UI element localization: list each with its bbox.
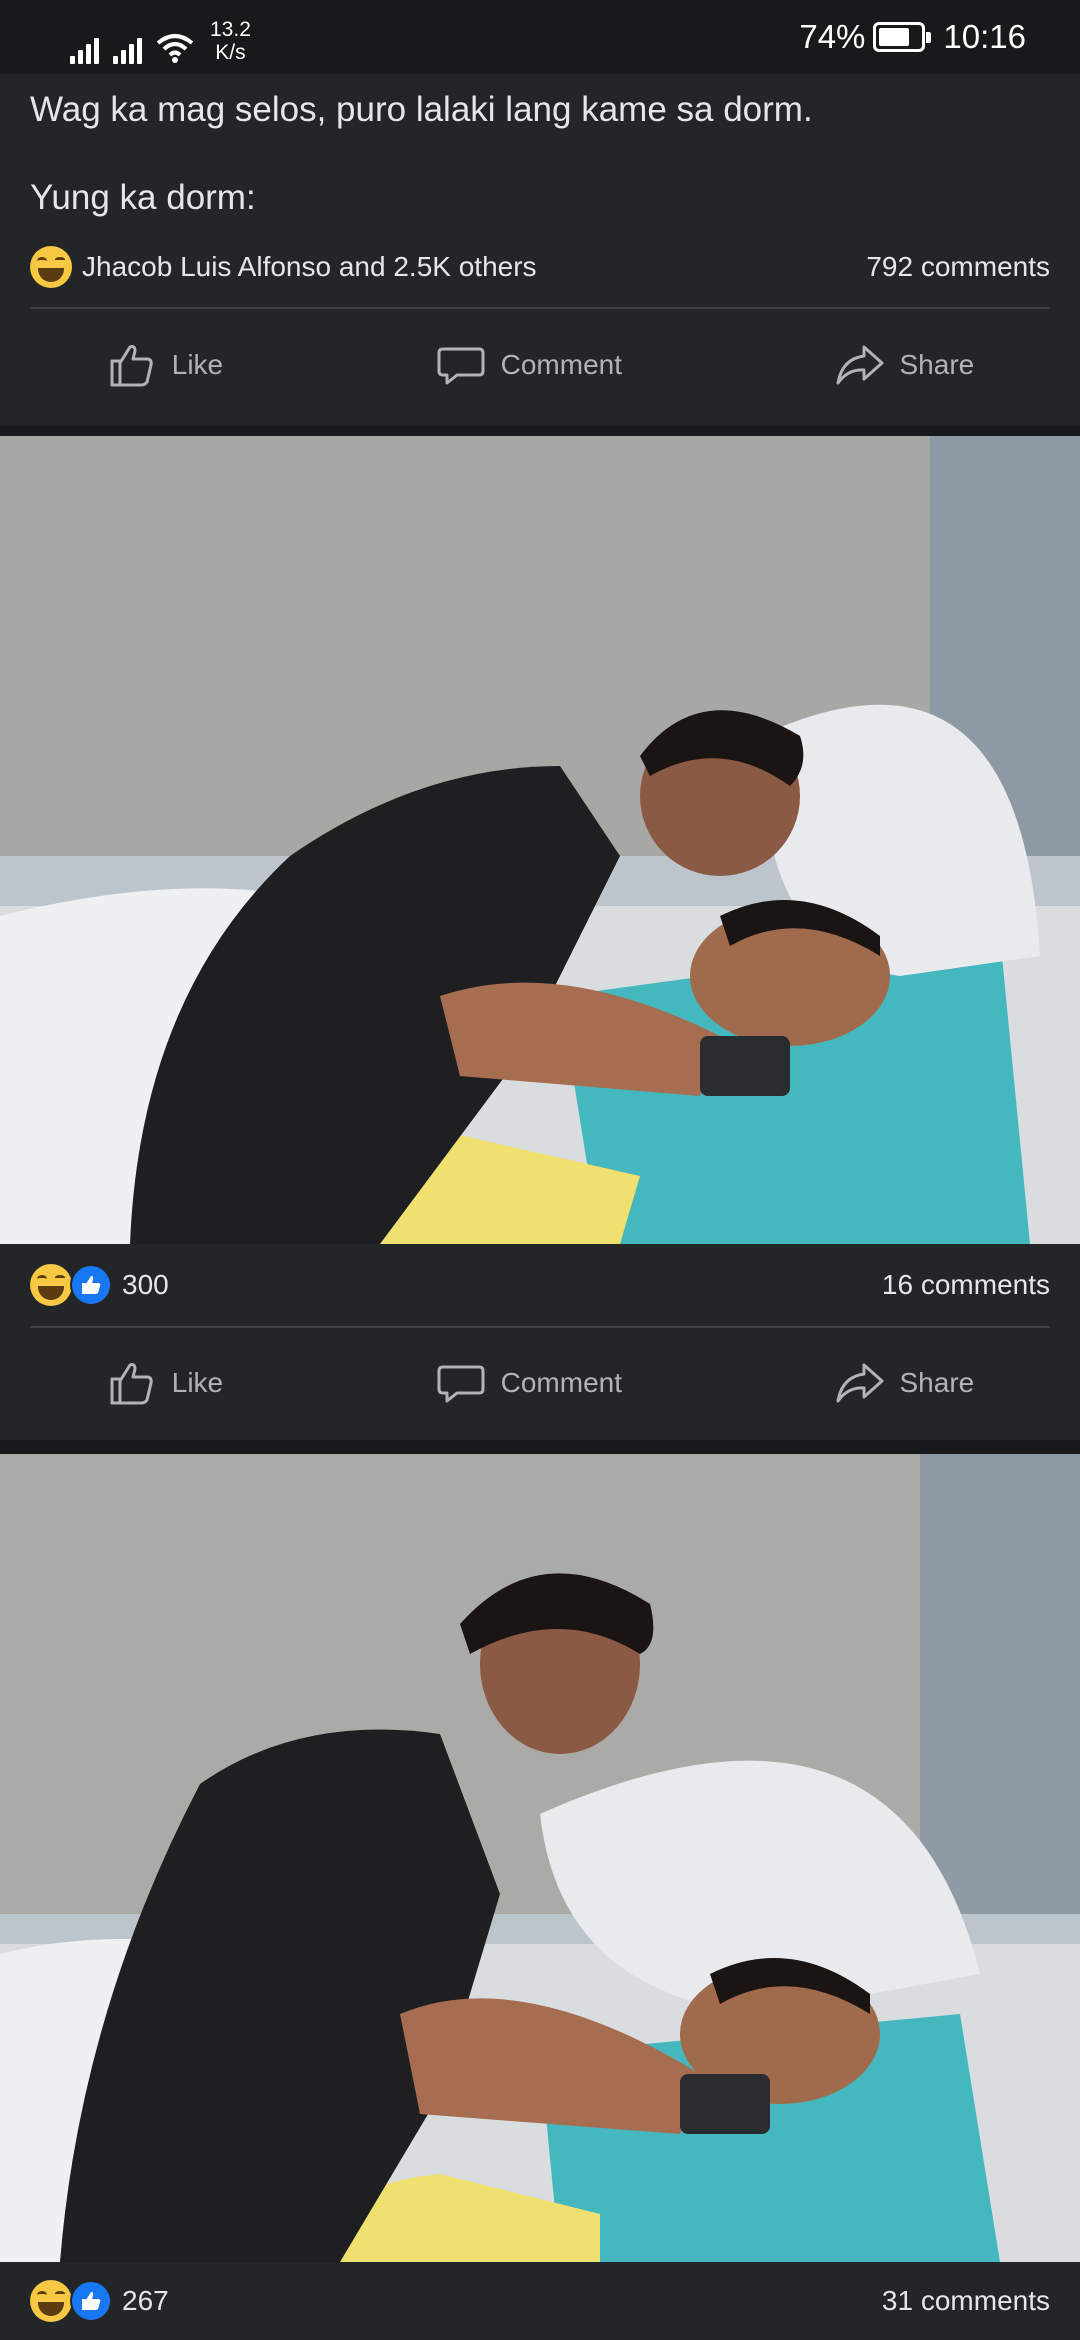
like-button[interactable]: Like bbox=[106, 1357, 223, 1409]
post-text-line1: Wag ka mag selos, puro lalaki lang kame … bbox=[30, 90, 813, 129]
haha-reaction-icon bbox=[30, 2280, 72, 2322]
network-speed: 13.2 K/s bbox=[210, 18, 251, 64]
share-button[interactable]: Share bbox=[834, 1357, 975, 1409]
post-photo-1[interactable] bbox=[0, 436, 1080, 1244]
photo-2-reaction-count[interactable]: 267 bbox=[122, 2285, 169, 2317]
photo-1-reactions-row[interactable]: 300 16 comments bbox=[30, 1260, 1050, 1310]
photo-2-reactions-row[interactable]: 267 31 comments bbox=[30, 2276, 1050, 2326]
haha-reaction-icon bbox=[30, 1264, 72, 1306]
battery-icon bbox=[873, 22, 932, 52]
network-speed-unit: K/s bbox=[215, 41, 246, 64]
photo-1-comments-count[interactable]: 16 comments bbox=[882, 1269, 1050, 1301]
post-action-bar: Like Comment Share bbox=[0, 310, 1080, 420]
speech-bubble-icon bbox=[437, 1365, 485, 1403]
haha-reaction-icon bbox=[30, 246, 72, 288]
photo-1-reaction-count[interactable]: 300 bbox=[122, 1269, 169, 1301]
share-arrow-icon bbox=[836, 1363, 883, 1403]
photo-1-reactions[interactable]: 300 bbox=[30, 1264, 169, 1306]
status-right: 74% 10:16 bbox=[799, 18, 1026, 56]
signal-icon-2 bbox=[113, 32, 142, 64]
share-label: Share bbox=[899, 1367, 975, 1398]
divider bbox=[30, 307, 1050, 309]
network-speed-value: 13.2 bbox=[210, 18, 251, 41]
comment-label: Comment bbox=[500, 1367, 622, 1398]
post-photo-2[interactable] bbox=[0, 1454, 1080, 2262]
photo-1-footer: 300 16 comments Like Comment Share bbox=[0, 1244, 1080, 1440]
battery-percent: 74% bbox=[799, 18, 866, 55]
post-text-line2: Yung ka dorm: bbox=[30, 178, 256, 217]
post-reactions[interactable]: Jhacob Luis Alfonso and 2.5K others bbox=[30, 246, 537, 288]
share-arrow-icon bbox=[836, 345, 883, 385]
like-reaction-icon bbox=[70, 2280, 112, 2322]
photo-2-reactions[interactable]: 267 bbox=[30, 2280, 169, 2322]
thumbs-up-icon bbox=[110, 1363, 153, 1405]
signal-icon bbox=[70, 32, 99, 64]
post-comments-count[interactable]: 792 comments bbox=[866, 251, 1050, 283]
share-label: Share bbox=[899, 349, 975, 380]
wifi-icon bbox=[156, 34, 194, 63]
reactions-summary[interactable]: Jhacob Luis Alfonso and 2.5K others bbox=[82, 251, 537, 283]
status-left: 13.2 K/s bbox=[70, 18, 251, 64]
clock: 10:16 bbox=[943, 18, 1026, 55]
comment-label: Comment bbox=[500, 349, 622, 380]
like-reaction-icon bbox=[70, 1264, 112, 1306]
post-reactions-row[interactable]: Jhacob Luis Alfonso and 2.5K others 792 … bbox=[30, 242, 1050, 292]
photo-2-image[interactable] bbox=[0, 1454, 1080, 2262]
photo-2-footer: 267 31 comments bbox=[0, 2262, 1080, 2340]
comment-button[interactable]: Comment bbox=[435, 339, 622, 391]
post-card: Wag ka mag selos, puro lalaki lang kame … bbox=[0, 74, 1080, 426]
photo-1-image[interactable] bbox=[0, 436, 1080, 1244]
comment-button[interactable]: Comment bbox=[435, 1357, 622, 1409]
speech-bubble-icon bbox=[437, 347, 485, 385]
photo-1-action-bar: Like Comment Share bbox=[0, 1328, 1080, 1438]
thumbs-up-icon bbox=[110, 345, 153, 387]
share-button[interactable]: Share bbox=[834, 339, 975, 391]
photo-2-comments-count[interactable]: 31 comments bbox=[882, 2285, 1050, 2317]
like-button[interactable]: Like bbox=[106, 339, 223, 391]
like-label: Like bbox=[171, 1367, 224, 1398]
status-bar: 13.2 K/s 74% 10:16 bbox=[0, 0, 1080, 74]
like-label: Like bbox=[171, 349, 224, 380]
